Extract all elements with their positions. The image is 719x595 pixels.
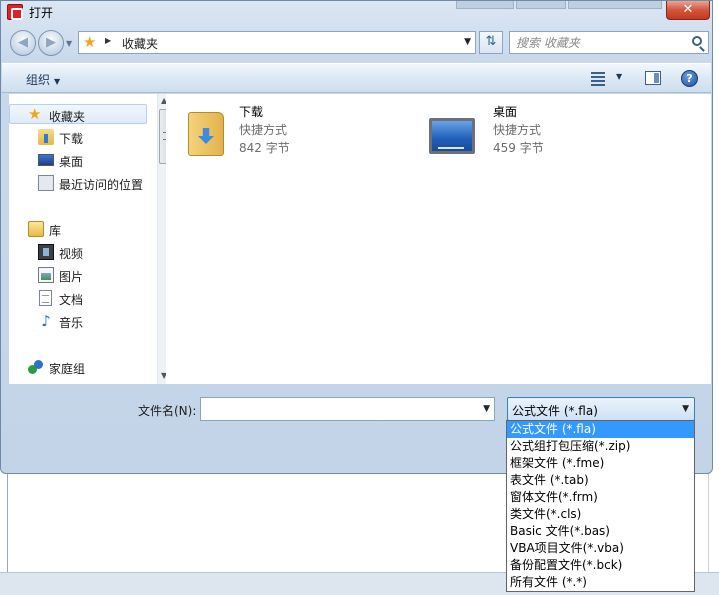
background-window-button (568, 1, 662, 9)
open-file-dialog: 打开 ✕ ◀ ▶ ▼ ★ ▶ 收藏夹 ▼ ⇅ 组织▼ ▼ ? ★ 收藏夹 (0, 0, 713, 474)
background-window-button (516, 1, 566, 9)
video-icon (38, 244, 54, 260)
search-box[interactable] (509, 31, 709, 54)
breadcrumb-arrow-icon[interactable]: ▶ (105, 36, 111, 45)
view-options-dropdown-icon[interactable]: ▼ (616, 72, 622, 81)
app-icon (7, 4, 23, 20)
filetype-option[interactable]: 公式文件 (*.fla) (507, 421, 694, 438)
favorites-star-icon: ★ (83, 33, 97, 51)
organize-menu-button[interactable]: 组织 ▼ (26, 71, 60, 88)
file-type: 快捷方式 (493, 123, 542, 137)
chevron-down-icon: ▼ (682, 404, 689, 414)
music-icon: ♪ (41, 312, 51, 330)
file-size: 459 字节 (493, 141, 544, 155)
title-bar: 打开 ✕ (1, 1, 712, 23)
file-item-downloads[interactable]: 下载 快捷方式 842 字节 (166, 100, 386, 160)
filename-combobox[interactable]: ▼ (200, 397, 495, 421)
nav-item-library[interactable]: 库 (9, 219, 149, 239)
refresh-button[interactable]: ⇅ (479, 31, 503, 54)
organize-label: 组织 (26, 73, 51, 87)
close-button[interactable]: ✕ (666, 1, 710, 20)
filetype-option[interactable]: 类文件(*.cls) (507, 506, 694, 523)
back-arrow-icon: ◀ (18, 35, 28, 50)
filetype-option[interactable]: 框架文件 (*.fme) (507, 455, 694, 472)
chevron-down-icon[interactable]: ▼ (483, 404, 490, 414)
window-title: 打开 (29, 6, 54, 20)
change-view-icon[interactable] (591, 71, 605, 86)
navigation-pane: ★ 收藏夹 下载 桌面 最近访问的位置 库 视频 图片 文档 ♪ 音乐 家庭组 … (9, 94, 172, 384)
address-bar[interactable]: ★ ▶ 收藏夹 ▼ (78, 31, 476, 54)
nav-item-label: 收藏夹 (49, 110, 86, 124)
desktop-icon (38, 154, 54, 166)
document-icon (39, 290, 52, 306)
nav-item-label: 下载 (59, 132, 84, 146)
breadcrumb-favorites[interactable]: 收藏夹 (122, 35, 158, 52)
background-panel-edge (0, 474, 8, 574)
filename-label: 文件名(N): (138, 404, 197, 418)
nav-item-recent-places[interactable]: 最近访问的位置 (9, 173, 149, 193)
file-name: 桌面 (493, 105, 518, 119)
filetype-option[interactable]: 公式组打包压缩(*.zip) (507, 438, 694, 455)
nav-item-label: 图片 (59, 270, 84, 284)
nav-item-label: 最近访问的位置 (59, 178, 144, 192)
nav-item-downloads[interactable]: 下载 (9, 127, 149, 147)
filetype-select[interactable]: 公式文件 (*.fla) ▼ (507, 397, 695, 421)
nav-item-homegroup[interactable]: 家庭组 (9, 357, 149, 377)
forward-button[interactable]: ▶ (38, 30, 64, 56)
library-icon (28, 221, 44, 237)
picture-icon (38, 267, 54, 283)
favorites-star-icon: ★ (28, 105, 42, 123)
nav-item-label: 家庭组 (49, 362, 86, 376)
file-item-desktop[interactable]: 桌面 快捷方式 459 字节 (420, 100, 640, 160)
nav-item-desktop[interactable]: 桌面 (9, 150, 149, 170)
preview-pane-icon[interactable] (645, 71, 661, 85)
filetype-option[interactable]: Basic 文件(*.bas) (507, 523, 694, 540)
nav-item-documents[interactable]: 文档 (9, 288, 149, 308)
filename-input[interactable] (205, 401, 475, 417)
nav-item-videos[interactable]: 视频 (9, 242, 149, 262)
nav-item-label: 桌面 (59, 155, 84, 169)
recent-pages-dropdown[interactable]: ▼ (66, 39, 76, 49)
filetype-option[interactable]: VBA项目文件(*.vba) (507, 540, 694, 557)
background-window-button (456, 1, 514, 9)
filetype-option[interactable]: 所有文件 (*.*) (507, 574, 694, 591)
address-dropdown-icon[interactable]: ▼ (464, 37, 471, 47)
help-icon[interactable]: ? (681, 70, 698, 87)
chevron-down-icon: ▼ (54, 77, 61, 86)
file-type: 快捷方式 (239, 123, 288, 137)
nav-item-label: 库 (49, 224, 62, 238)
file-size: 842 字节 (239, 141, 290, 155)
filetype-option[interactable]: 表文件 (*.tab) (507, 472, 694, 489)
filetype-option[interactable]: 窗体文件(*.frm) (507, 489, 694, 506)
file-name: 下载 (239, 105, 264, 119)
search-icon[interactable] (692, 36, 702, 46)
nav-item-music[interactable]: ♪ 音乐 (9, 311, 149, 331)
nav-item-label: 音乐 (59, 316, 84, 330)
nav-item-favorites[interactable]: ★ 收藏夹 (9, 104, 147, 124)
download-folder-icon (38, 129, 54, 145)
file-list: 下载 快捷方式 842 字节 桌面 快捷方式 459 字节 (166, 94, 711, 384)
search-input[interactable] (516, 34, 686, 51)
nav-item-label: 文档 (59, 293, 84, 307)
nav-item-label: 视频 (59, 247, 84, 261)
filetype-dropdown-list: 公式文件 (*.fla) 公式组打包压缩(*.zip) 框架文件 (*.fme)… (506, 420, 695, 592)
filetype-option[interactable]: 备份配置文件(*.bck) (507, 557, 694, 574)
forward-arrow-icon: ▶ (46, 35, 56, 50)
download-folder-icon (166, 104, 224, 156)
back-button[interactable]: ◀ (10, 30, 36, 56)
recent-places-icon (38, 175, 54, 191)
nav-item-pictures[interactable]: 图片 (9, 265, 149, 285)
command-bar: 组织 ▼ ▼ ? (2, 63, 711, 93)
homegroup-icon (28, 359, 44, 375)
filetype-selected-value: 公式文件 (*.fla) (512, 404, 598, 418)
desktop-icon (420, 104, 478, 154)
refresh-icon: ⇅ (485, 34, 497, 49)
